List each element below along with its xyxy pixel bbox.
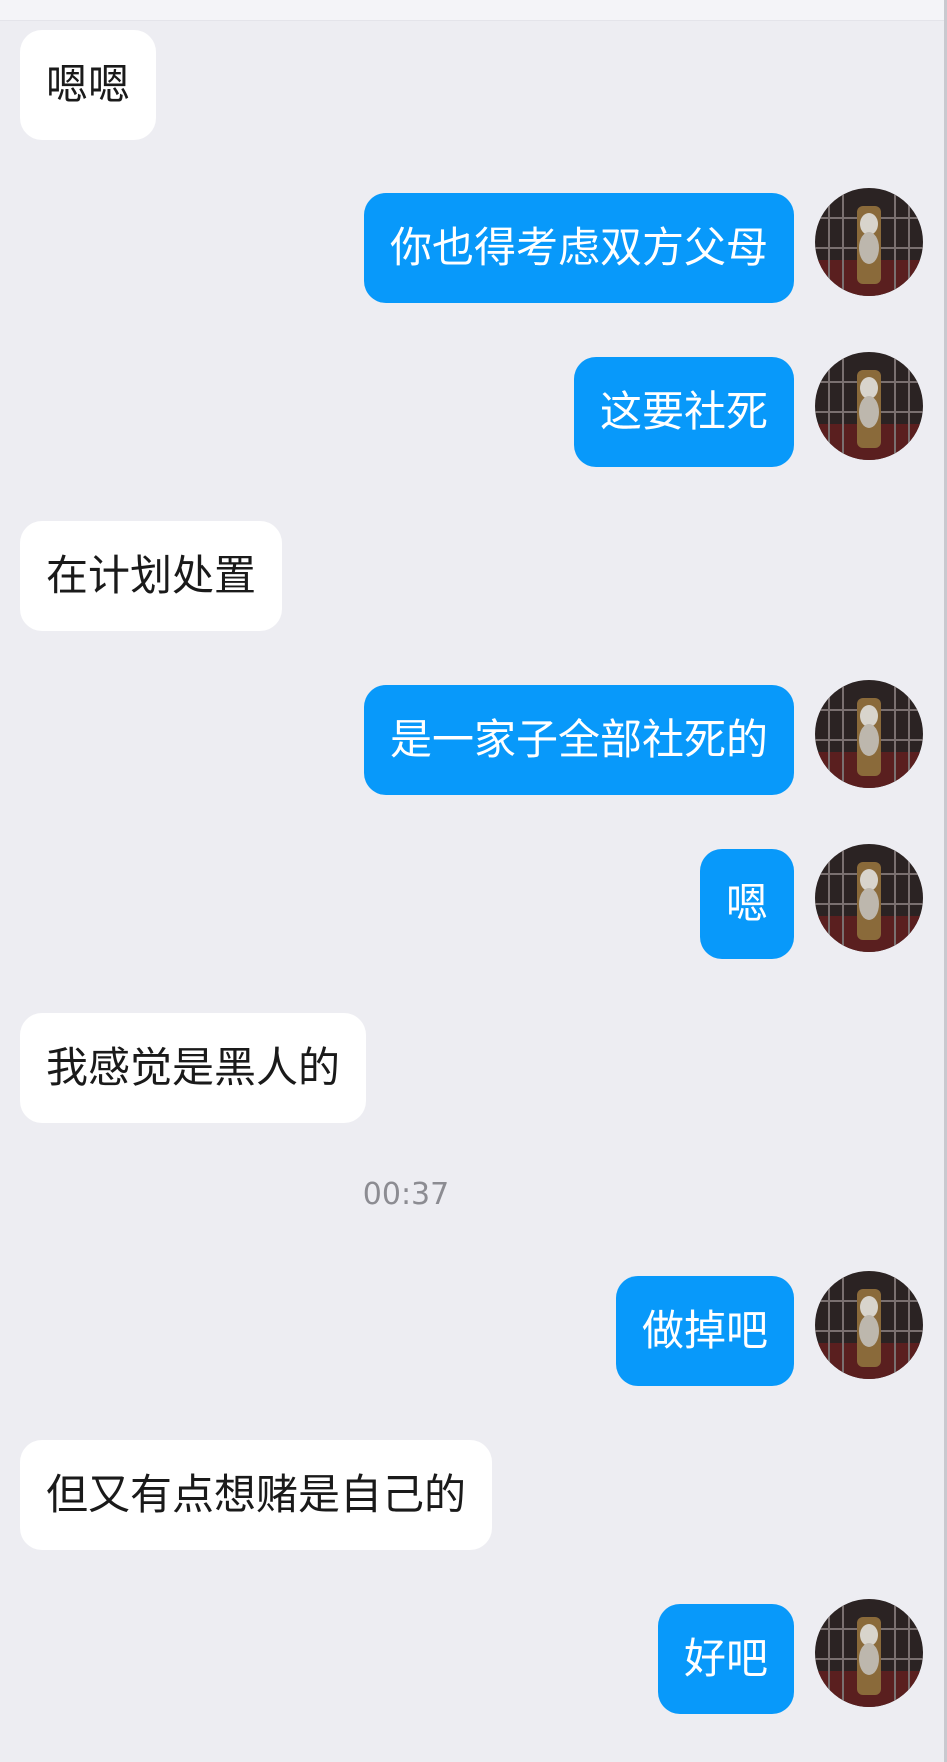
- message-bubble-outgoing[interactable]: 好吧: [657, 1604, 794, 1714]
- top-strip: [0, 0, 945, 21]
- user-avatar[interactable]: [815, 1599, 923, 1707]
- message-bubble-outgoing[interactable]: 嗯: [699, 849, 794, 959]
- message-bubble-incoming[interactable]: 在计划处置: [20, 521, 283, 631]
- avatar-image: [815, 188, 923, 296]
- message-bubble-incoming[interactable]: 但又有点想赌是自己的: [20, 1440, 493, 1550]
- message-bubble-outgoing[interactable]: 做掉吧: [615, 1276, 794, 1386]
- message-bubble-incoming[interactable]: 我感觉是黑人的: [20, 1013, 367, 1123]
- user-avatar[interactable]: [815, 680, 923, 788]
- user-avatar[interactable]: [815, 188, 923, 296]
- user-avatar[interactable]: [815, 352, 923, 460]
- avatar-image: [815, 352, 923, 460]
- avatar-image: [815, 844, 923, 952]
- avatar-image: [815, 1271, 923, 1379]
- user-avatar[interactable]: [815, 844, 923, 952]
- message-bubble-outgoing[interactable]: 是一家子全部社死的: [363, 685, 794, 795]
- avatar-image: [815, 1599, 923, 1707]
- user-avatar[interactable]: [815, 1271, 923, 1379]
- timestamp: 00:37: [362, 1177, 450, 1212]
- message-bubble-outgoing[interactable]: 这要社死: [573, 357, 794, 467]
- avatar-image: [815, 680, 923, 788]
- message-bubble-incoming[interactable]: 嗯嗯: [20, 30, 157, 140]
- message-bubble-outgoing[interactable]: 你也得考虑双方父母: [363, 193, 794, 303]
